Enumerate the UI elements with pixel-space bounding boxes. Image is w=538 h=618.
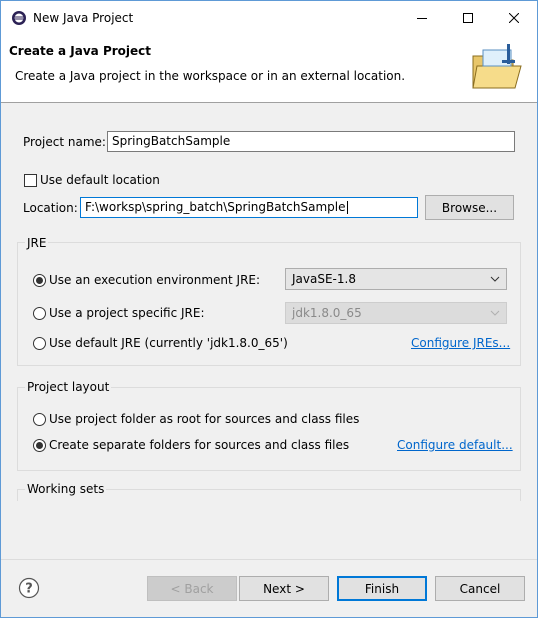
chevron-down-icon [490, 276, 500, 282]
layout-root-label: Use project folder as root for sources a… [49, 412, 360, 426]
browse-button[interactable]: Browse... [425, 195, 514, 220]
wizard-description: Create a Java project in the workspace o… [15, 69, 406, 83]
footer-separator [1, 559, 537, 560]
maximize-button[interactable] [445, 1, 491, 34]
project-name-value: SpringBatchSample [112, 134, 231, 148]
new-project-folder-icon [472, 44, 522, 89]
text-caret [346, 201, 348, 214]
eclipse-icon [12, 11, 26, 25]
jre-env-label: Use an execution environment JRE: [49, 273, 261, 287]
cancel-button[interactable]: Cancel [435, 576, 525, 601]
project-specific-jre-value: jdk1.8.0_65 [292, 306, 362, 320]
wizard-title: Create a Java Project [9, 44, 152, 58]
layout-root-radio[interactable] [33, 413, 46, 426]
execution-environment-select[interactable]: JavaSE-1.8 [285, 268, 507, 290]
project-layout-group-title: Project layout [25, 380, 112, 394]
project-name-label: Project name: [23, 135, 106, 149]
wizard-header: Create a Java Project Create a Java proj… [1, 34, 537, 103]
finish-button[interactable]: Finish [337, 576, 427, 601]
window-title: New Java Project [33, 11, 134, 25]
chevron-down-icon [490, 310, 500, 316]
layout-separate-label: Create separate folders for sources and … [49, 438, 350, 452]
jre-group-title: JRE [25, 236, 49, 250]
back-button[interactable]: < Back [147, 576, 237, 601]
working-sets-group-title: Working sets [25, 482, 107, 496]
jre-default-radio[interactable] [33, 337, 46, 350]
close-icon [509, 12, 519, 23]
title-bar: New Java Project [1, 1, 537, 34]
jre-specific-radio[interactable] [33, 307, 46, 320]
new-java-project-dialog: New Java Project Create a Java Project C… [0, 0, 538, 618]
jre-default-label: Use default JRE (currently 'jdk1.8.0_65'… [49, 336, 288, 350]
layout-separate-radio[interactable] [33, 439, 46, 452]
configure-jres-link[interactable]: Configure JREs... [411, 336, 510, 350]
help-icon[interactable]: ? [18, 577, 40, 599]
project-specific-jre-select[interactable]: jdk1.8.0_65 [285, 302, 507, 324]
jre-env-radio[interactable] [33, 274, 46, 287]
project-layout-group [17, 387, 521, 471]
execution-environment-value: JavaSE-1.8 [292, 272, 356, 286]
location-value: F:\worksp\spring_batch\SpringBatchSample [85, 200, 346, 214]
jre-specific-label: Use a project specific JRE: [49, 306, 205, 320]
maximize-icon [463, 12, 473, 23]
use-default-location-label: Use default location [40, 173, 160, 187]
minimize-icon [417, 17, 427, 19]
close-button[interactable] [491, 1, 537, 34]
location-input[interactable]: F:\worksp\spring_batch\SpringBatchSample [80, 197, 418, 218]
configure-default-link[interactable]: Configure default... [397, 438, 513, 452]
svg-text:?: ? [25, 582, 33, 597]
location-label: Location: [23, 201, 78, 215]
use-default-location-checkbox[interactable] [24, 174, 37, 187]
minimize-button[interactable] [399, 1, 445, 34]
project-name-input[interactable]: SpringBatchSample [107, 131, 515, 152]
next-button[interactable]: Next > [239, 576, 329, 601]
